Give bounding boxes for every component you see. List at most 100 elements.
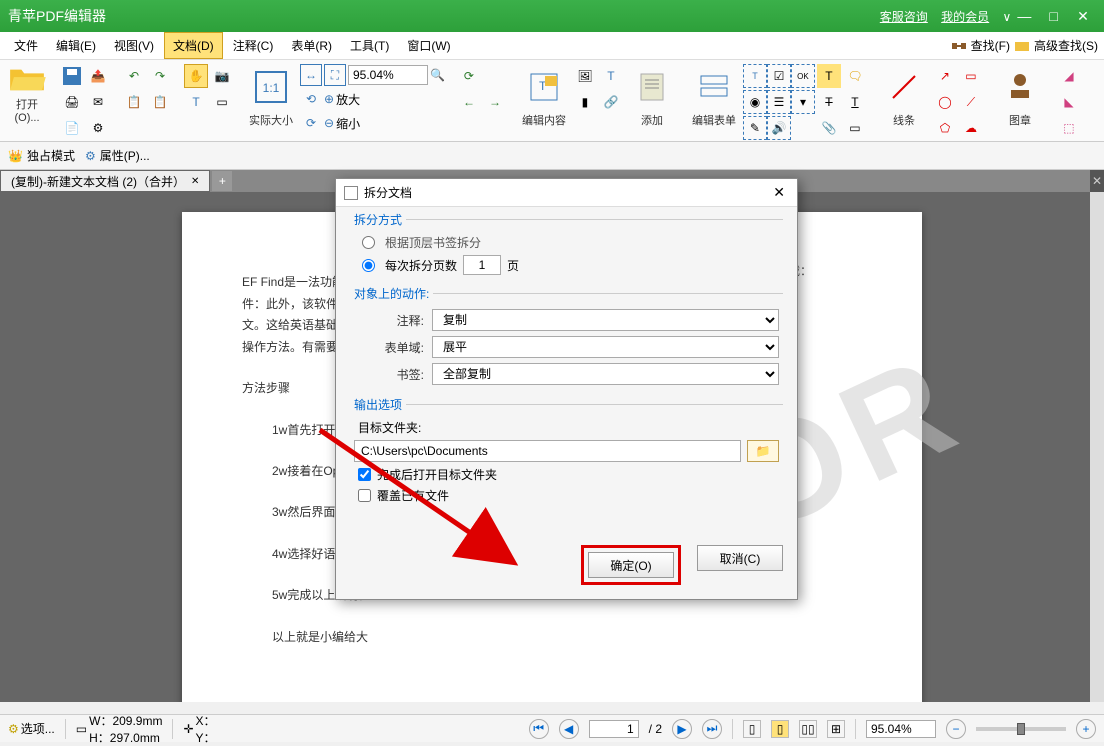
help-link[interactable]: 客服咨询 (880, 10, 928, 24)
radio-bookmark-split[interactable] (362, 236, 375, 249)
zoom-status-select[interactable] (866, 720, 936, 738)
attach-icon[interactable]: 📎 (817, 116, 841, 140)
eraser-icon[interactable]: ◢ (1057, 64, 1081, 88)
barcode-icon[interactable]: ▮ (573, 90, 597, 114)
arrow-icon[interactable]: ↗ (933, 64, 957, 88)
refresh-icon[interactable]: ⟳ (457, 64, 481, 88)
highlight-icon[interactable]: T (817, 64, 841, 88)
note-icon[interactable]: 🗨 (843, 64, 867, 88)
mail-icon[interactable]: ✉ (86, 90, 110, 114)
edit-form-group[interactable]: 编辑表单 (689, 64, 739, 128)
forward-icon[interactable]: → (483, 90, 507, 114)
last-page-button[interactable]: ⏭ (702, 719, 722, 739)
lines-group[interactable]: 线条 (879, 64, 929, 128)
list-icon[interactable]: ☰ (767, 90, 791, 114)
underline-icon[interactable]: T (843, 90, 867, 114)
prev-page-button[interactable]: ◀ (559, 719, 579, 739)
hand-icon[interactable]: ✋ (184, 64, 208, 88)
tab-close-icon[interactable]: ✕ (191, 176, 199, 187)
polygon-icon[interactable]: ⬠ (933, 116, 957, 140)
misc-icon[interactable]: ⚙ (86, 116, 110, 140)
dialog-titlebar[interactable]: 拆分文档 ✕ (336, 179, 797, 207)
stamp-group[interactable]: 图章 (995, 64, 1045, 128)
vertical-scrollbar[interactable] (1090, 192, 1104, 702)
strike-icon[interactable]: T (817, 90, 841, 114)
browse-button[interactable]: 📁 (747, 440, 779, 462)
member-dropdown-icon[interactable]: ∨ (1003, 10, 1012, 24)
maximize-button[interactable]: □ (1041, 8, 1067, 24)
menu-document[interactable]: 文档(D) (164, 32, 223, 59)
menu-tools[interactable]: 工具(T) (342, 33, 397, 58)
menu-comment[interactable]: 注释(C) (225, 33, 282, 58)
paste-icon[interactable]: 📋 (148, 90, 172, 114)
page-input[interactable] (589, 720, 639, 738)
combo-icon[interactable]: ▾ (791, 90, 815, 114)
textfield-icon[interactable]: T (743, 64, 767, 88)
zoomin-icon[interactable]: ⊕ (324, 92, 334, 106)
eraser3-icon[interactable]: ⬚ (1057, 116, 1081, 140)
exclusive-mode[interactable]: 👑 独占模式 (8, 147, 75, 164)
realsize-group[interactable]: 1:1 实际大小 (246, 64, 296, 128)
properties-button[interactable]: ⚙ 属性(P)... (85, 147, 150, 164)
polyline-icon[interactable]: ⟋ (959, 90, 983, 114)
radio-page-split[interactable] (362, 259, 375, 272)
menu-edit[interactable]: 编辑(E) (48, 33, 104, 58)
rect-icon[interactable]: ▭ (959, 64, 983, 88)
fit-width-icon[interactable]: ↔ (300, 64, 322, 86)
comment-select[interactable]: 复制 (432, 309, 779, 331)
menu-view[interactable]: 视图(V) (106, 33, 162, 58)
snapshot-icon[interactable]: 📷 (210, 64, 234, 88)
save-icon[interactable] (60, 64, 84, 88)
image-icon[interactable]: 🖼 (573, 64, 597, 88)
close-button[interactable]: ✕ (1070, 8, 1096, 25)
ellipse-icon[interactable]: ◯ (933, 90, 957, 114)
text-icon[interactable]: T (599, 64, 623, 88)
sound-icon[interactable]: 🔊 (767, 116, 791, 140)
open-after-checkbox[interactable] (358, 468, 371, 481)
zoom-select[interactable] (348, 65, 428, 85)
adv-search-link[interactable]: 高级查找(S) (1034, 37, 1098, 54)
target-path-input[interactable] (354, 440, 741, 462)
form-select[interactable]: 展平 (432, 336, 779, 358)
two-page-icon[interactable]: ▯▯ (799, 720, 817, 738)
checkbox-icon[interactable]: ☑ (767, 64, 791, 88)
eraser2-icon[interactable]: ◣ (1057, 90, 1081, 114)
button-icon[interactable]: OK (791, 64, 815, 88)
link-icon[interactable]: 🔗 (599, 90, 623, 114)
menu-window[interactable]: 窗口(W) (399, 33, 458, 58)
scan-icon[interactable]: 📄 (60, 116, 84, 140)
menu-file[interactable]: 文件 (6, 33, 46, 58)
two-continuous-icon[interactable]: ⊞ (827, 720, 845, 738)
single-page-icon[interactable]: ▯ (743, 720, 761, 738)
menu-form[interactable]: 表单(R) (283, 33, 340, 58)
zoom-slider[interactable] (976, 727, 1066, 731)
select-icon[interactable]: ▭ (210, 90, 234, 114)
continuous-icon[interactable]: ▯ (771, 720, 789, 738)
tab-overflow[interactable]: ✕ (1090, 170, 1104, 192)
first-page-button[interactable]: ⏮ (529, 719, 549, 739)
open-group[interactable]: 打开(O)... (6, 64, 48, 124)
stamp2-icon[interactable]: ▭ (843, 116, 867, 140)
next-page-button[interactable]: ▶ (672, 719, 692, 739)
zoom-in-button[interactable]: + (1076, 719, 1096, 739)
back-icon[interactable]: ← (457, 90, 481, 114)
rotate-cw-icon[interactable]: ⟳ (300, 112, 322, 134)
zoomout-icon[interactable]: ⊖ (324, 116, 334, 130)
tab-add-button[interactable]: + (212, 171, 232, 191)
cancel-button[interactable]: 取消(C) (697, 545, 783, 571)
search-link[interactable]: 查找(F) (971, 37, 1010, 54)
bookmark-select[interactable]: 全部复制 (432, 363, 779, 385)
cloud-icon[interactable]: ☁ (959, 116, 983, 140)
sig-icon[interactable]: ✎ (743, 116, 767, 140)
radio-icon[interactable]: ◉ (743, 90, 767, 114)
rotate-ccw-icon[interactable]: ⟲ (300, 88, 322, 110)
overwrite-checkbox[interactable] (358, 489, 371, 502)
text-select-icon[interactable]: T (184, 90, 208, 114)
member-link[interactable]: 我的会员 (941, 10, 989, 24)
export-icon[interactable]: 📤 (86, 64, 110, 88)
undo-icon[interactable]: ↶ (122, 64, 146, 88)
pages-input[interactable] (463, 255, 501, 275)
redo-icon[interactable]: ↷ (148, 64, 172, 88)
edit-content-group[interactable]: T 编辑内容 (519, 64, 569, 128)
ok-button[interactable]: 确定(O) (588, 552, 674, 578)
